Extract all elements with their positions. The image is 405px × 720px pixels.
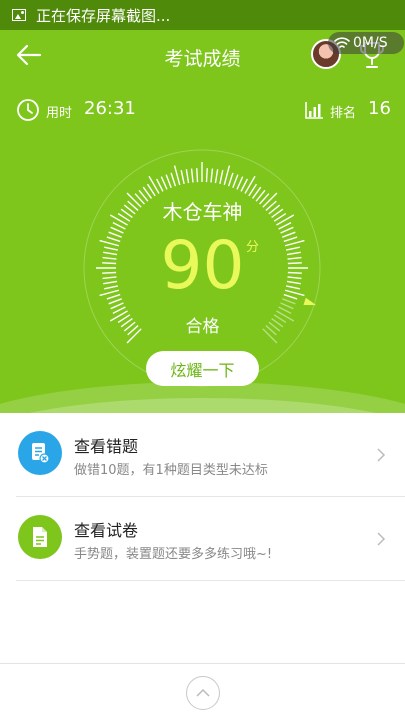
gauge-tick: [160, 176, 168, 190]
gauge-tick: [190, 168, 194, 183]
score-value: 90: [160, 227, 245, 304]
gauge-tick: [155, 178, 164, 192]
gauge-tick: [185, 169, 190, 184]
top-nav: 考试成绩 0M/S: [0, 30, 405, 82]
gauge-tick: [180, 170, 185, 185]
bottom-bar: [0, 663, 405, 720]
network-speed-indicator: 0M/S: [328, 32, 404, 54]
item-title: 查看试卷: [74, 521, 139, 540]
pass-status: 合格: [185, 317, 220, 337]
chevron-right-icon: [377, 532, 386, 546]
gauge-tick: [196, 168, 199, 183]
gauge-tick: [173, 165, 181, 186]
gauge-tick: [170, 172, 177, 187]
action-list: 查看错题 做错10题，有1种题目类型未达标 查看试卷 手势题，装置题还要多多练习…: [0, 413, 405, 581]
score-unit: 分: [246, 240, 260, 255]
gauge-tick: [219, 170, 224, 185]
bar-chart-icon: [305, 102, 323, 119]
expand-up-button[interactable]: [186, 676, 220, 710]
wrong-questions-icon: [18, 431, 62, 475]
nickname: 木仓车神: [162, 200, 243, 224]
rank-label: 排名: [330, 106, 357, 121]
gauge-tick: [210, 168, 214, 183]
item-title: 查看错题: [74, 437, 139, 456]
gauge-tick: [227, 172, 234, 187]
time-label: 用时: [46, 106, 73, 121]
time-value: 26:31: [84, 98, 136, 119]
item-subtitle: 手势题，装置题还要多多练习哦~!: [74, 547, 273, 562]
gauge-tick: [244, 175, 256, 194]
share-button[interactable]: 炫耀一下: [146, 351, 259, 386]
wifi-icon: [334, 37, 350, 48]
gauge-tick: [240, 178, 249, 192]
rank-value: 16: [368, 98, 391, 119]
item-subtitle: 做错10题，有1种题目类型未达标: [74, 463, 268, 478]
status-text: 正在保存屏幕截图...: [36, 6, 171, 25]
list-item-wrong-questions[interactable]: 查看错题 做错10题，有1种题目类型未达标: [16, 413, 405, 497]
gauge-tick: [165, 174, 172, 188]
gauge-tick: [232, 174, 239, 188]
gauge-tick: [214, 169, 219, 184]
gauge-tick: [205, 168, 208, 183]
chevron-up-icon: [196, 688, 210, 697]
gauge-tick: [236, 176, 244, 190]
chevron-right-icon: [377, 448, 386, 462]
list-item-exam-paper[interactable]: 查看试卷 手势题，装置题还要多多练习哦~!: [16, 497, 405, 581]
status-bar: 正在保存屏幕截图...: [0, 0, 405, 30]
stats-row: 用时 26:31 排名 16: [0, 92, 405, 128]
clock-icon: [17, 99, 39, 121]
gauge-tick: [148, 175, 160, 194]
gauge-tick: [223, 165, 231, 186]
screenshot-icon: [12, 9, 26, 21]
network-speed-text: 0M/S: [353, 35, 388, 51]
exam-paper-icon: [18, 515, 62, 559]
